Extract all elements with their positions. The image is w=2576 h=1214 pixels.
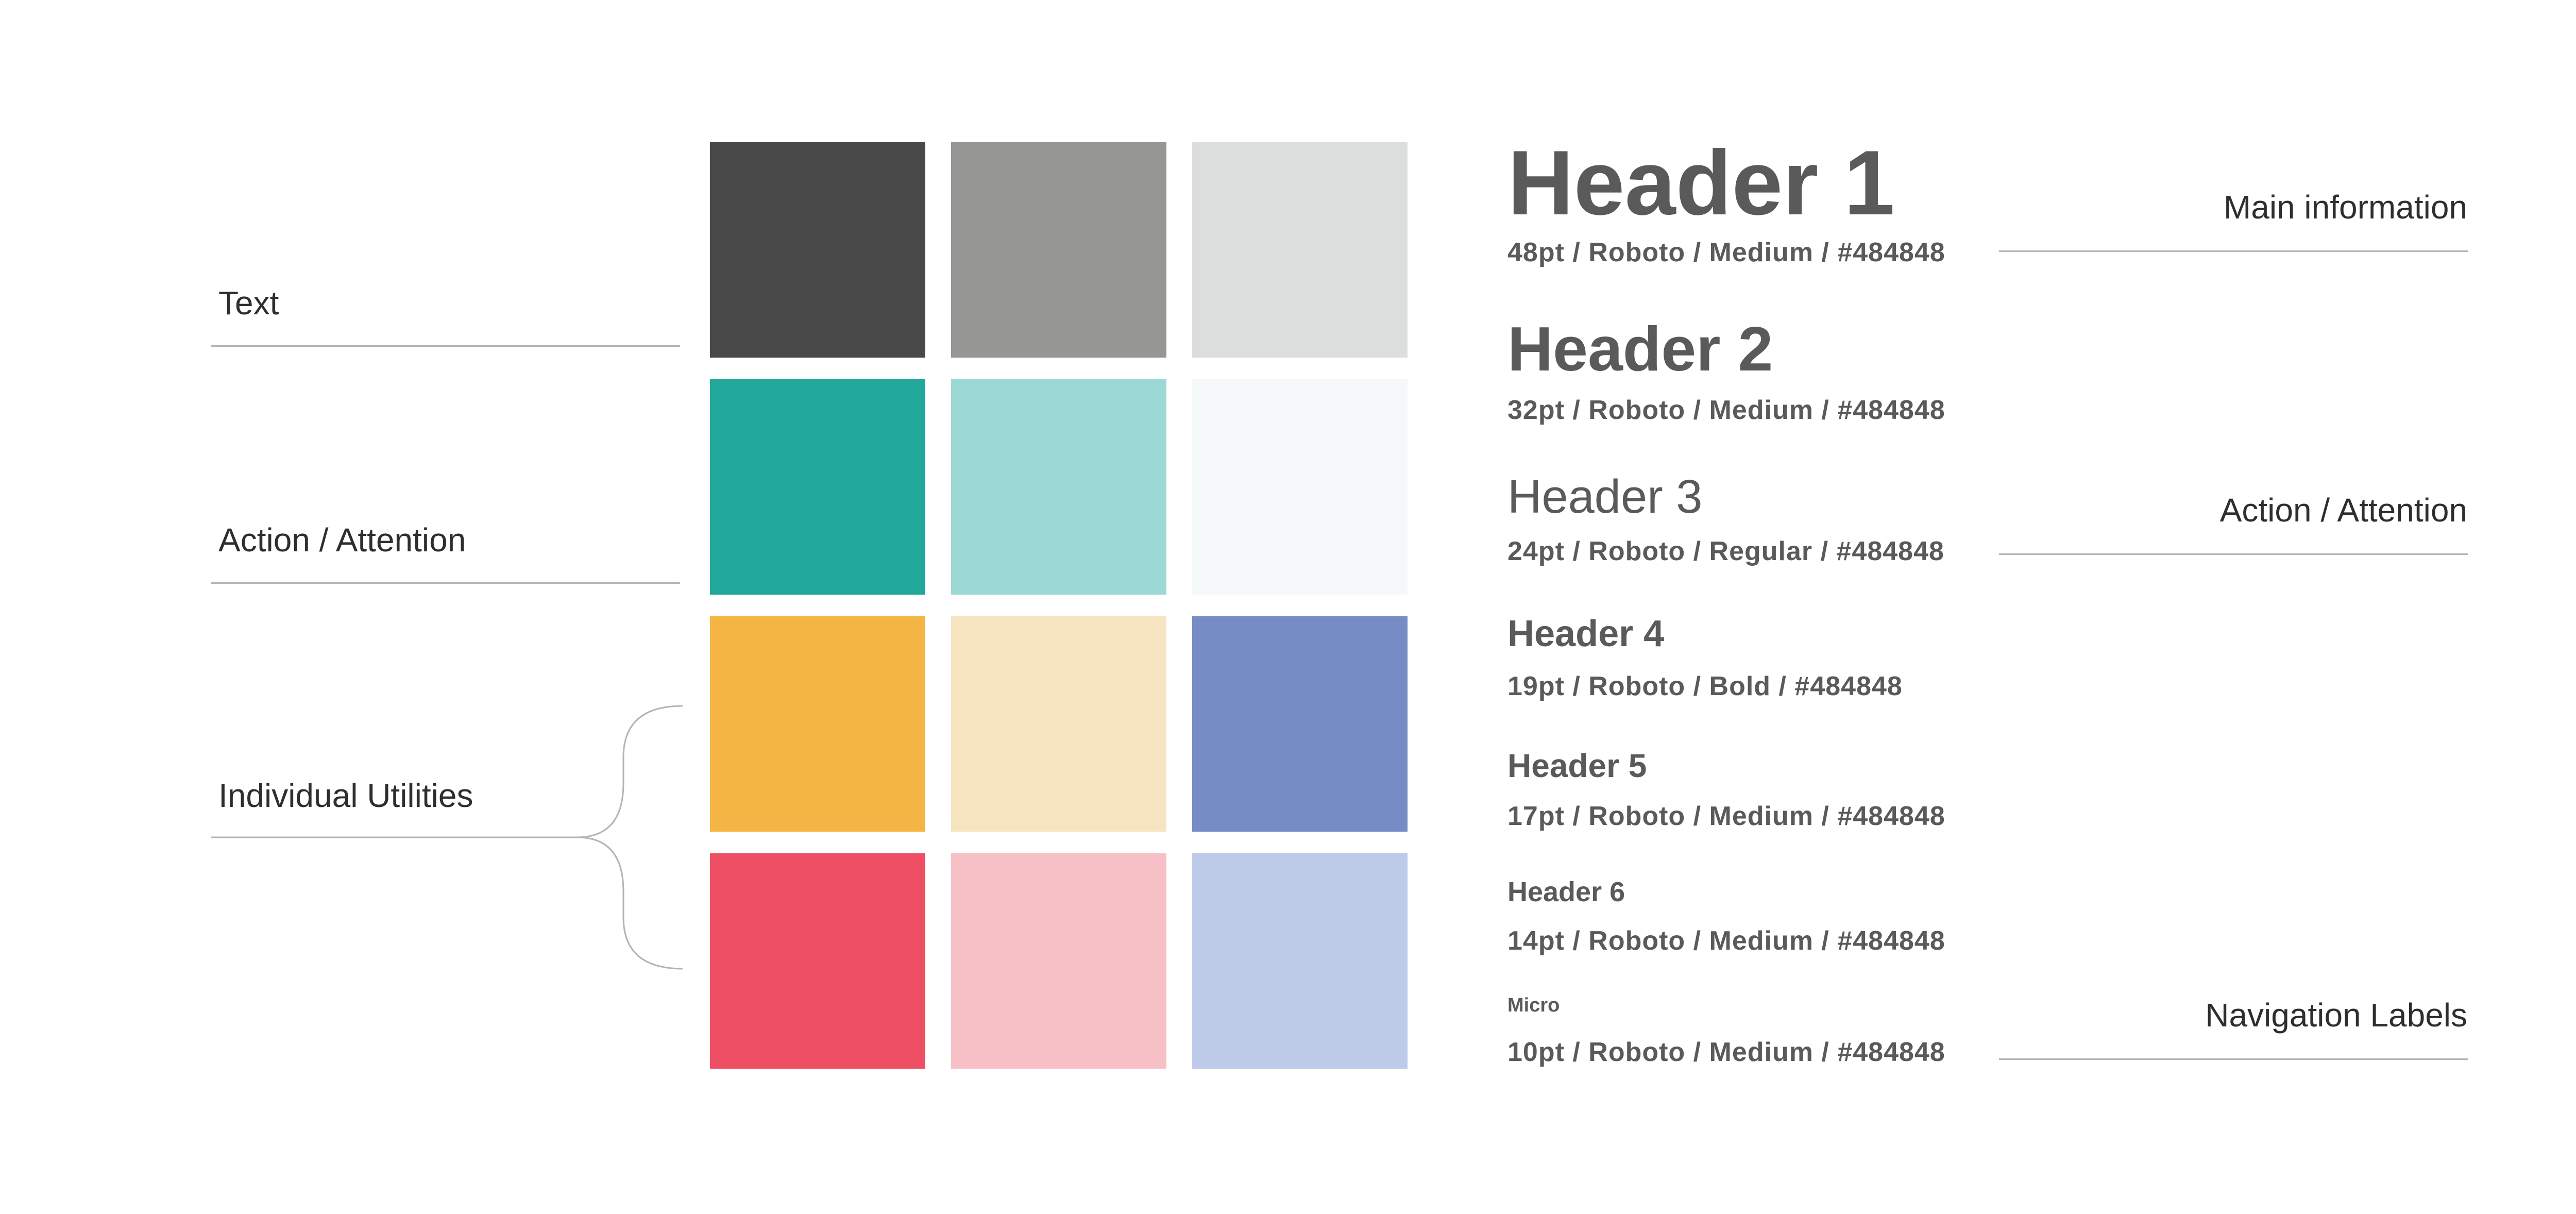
swatch-text-medium — [951, 142, 1166, 358]
swatch-action-teal — [710, 379, 925, 595]
main-information-label: Main information — [2223, 189, 2467, 226]
header-6-sample: Header 6 — [1507, 876, 1625, 907]
header-1-spec: 48pt / Roboto / Medium / #484848 — [1507, 238, 1945, 267]
swatch-utility-cream — [951, 616, 1166, 832]
micro-spec: 10pt / Roboto / Medium / #484848 — [1507, 1037, 1945, 1067]
header-2-sample: Header 2 — [1507, 314, 1773, 384]
header-4-spec: 19pt / Roboto / Bold / #484848 — [1507, 671, 1903, 701]
header-4-sample: Header 4 — [1507, 613, 1665, 654]
swatch-utility-orange — [710, 616, 925, 832]
navigation-labels-divider — [1999, 1058, 2468, 1060]
action-attention-label: Action / Attention — [2219, 492, 2467, 529]
micro-sample: Micro — [1507, 994, 1560, 1016]
utilities-brace — [211, 705, 683, 970]
action-category-divider — [211, 582, 680, 584]
main-information-divider — [1999, 250, 2468, 252]
header-6-spec: 14pt / Roboto / Medium / #484848 — [1507, 926, 1945, 956]
header-3-sample: Header 3 — [1507, 470, 1703, 523]
swatch-text-light — [1192, 142, 1408, 358]
header-2-spec: 32pt / Roboto / Medium / #484848 — [1507, 395, 1945, 425]
action-attention-divider — [1999, 553, 2468, 555]
swatch-action-teal-light — [951, 379, 1166, 595]
swatch-action-teal-faint — [1192, 379, 1408, 595]
swatch-utility-red — [710, 853, 925, 1069]
header-3-spec: 24pt / Roboto / Regular / #484848 — [1507, 536, 1944, 566]
header-5-spec: 17pt / Roboto / Medium / #484848 — [1507, 801, 1945, 831]
swatch-utility-blue — [1192, 616, 1408, 832]
text-category-label: Text — [218, 284, 279, 322]
text-category-divider — [211, 345, 680, 347]
action-category-label: Action / Attention — [218, 521, 466, 559]
swatch-utility-pink — [951, 853, 1166, 1069]
swatch-text-dark — [710, 142, 925, 358]
swatch-utility-periwinkle — [1192, 853, 1408, 1069]
header-5-sample: Header 5 — [1507, 747, 1647, 784]
navigation-labels-label: Navigation Labels — [2205, 997, 2467, 1034]
header-1-sample: Header 1 — [1507, 131, 1895, 234]
